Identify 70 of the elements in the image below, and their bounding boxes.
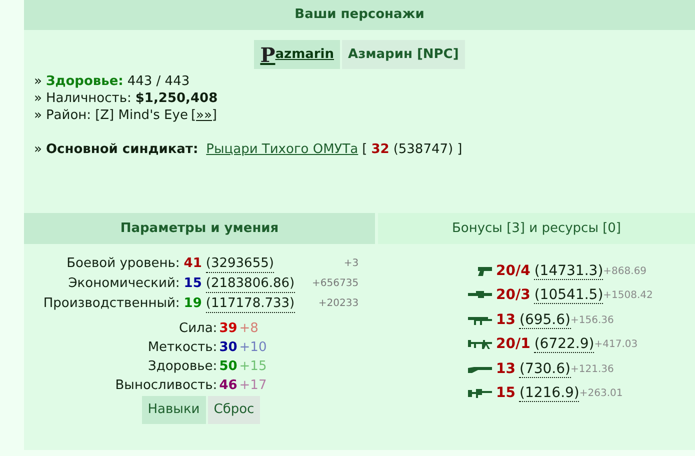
weapon-experience: (14731.3) <box>534 262 604 280</box>
stat-bonus: +10 <box>239 339 267 357</box>
level-value: 41 <box>184 255 202 273</box>
level-experience: (2183806.86) <box>206 276 295 292</box>
rifle-icon <box>468 388 492 400</box>
weapon-level: 20/1 <box>496 335 530 354</box>
district-label: Район: <box>46 107 92 124</box>
weapon-gain: +263.01 <box>579 387 623 402</box>
smg-icon <box>468 314 492 326</box>
level-label: Производственный: <box>43 295 180 313</box>
bullet: » <box>34 73 42 90</box>
level-value: 15 <box>184 275 202 293</box>
district-link[interactable]: [»»] <box>190 107 218 124</box>
weapon-experience: (1216.9) <box>519 385 580 402</box>
weapon-gain: +121.36 <box>570 362 614 377</box>
stat-label: Выносливость: <box>115 377 218 395</box>
header-bar: Ваши персонажи <box>24 0 695 30</box>
weapon-experience: (10541.5) <box>534 287 604 304</box>
stat-value: 30 <box>219 339 238 357</box>
level-value: 19 <box>184 295 202 313</box>
stat-bonus: +15 <box>239 358 267 376</box>
weapon-gain: +1508.42 <box>603 289 653 304</box>
action-button[interactable]: Навыки <box>142 396 206 424</box>
weapon-level: 13 <box>496 310 516 330</box>
weapon-gain: +417.03 <box>594 338 638 352</box>
avatar-icon: P <box>260 44 276 64</box>
bullet: » <box>34 141 42 158</box>
weapon-gain: +868.69 <box>603 264 647 279</box>
level-experience: (3293655) <box>206 256 274 272</box>
weapon-experience: (695.6) <box>519 312 570 329</box>
bullet: » <box>34 107 42 124</box>
level-gain: +3 <box>342 257 359 271</box>
section-tab[interactable]: Параметры и умения <box>24 213 375 244</box>
stat-value: 46 <box>219 377 238 395</box>
level-label: Боевой уровень: <box>66 255 180 273</box>
syndicate-link[interactable]: Рыцари Тихого ОМУТа <box>206 141 358 158</box>
syndicate-level: 32 <box>371 141 390 158</box>
bracket: [ <box>362 141 368 158</box>
health-value: 443 / 443 <box>127 73 190 90</box>
weapon-level: 20/4 <box>496 262 530 281</box>
bullet: » <box>34 90 42 107</box>
syndicate-points: (538747) <box>393 141 454 158</box>
action-button[interactable]: Сброс <box>208 396 260 424</box>
health-label: Здоровье: <box>46 73 124 90</box>
section-tab[interactable]: Бонусы [3] и ресурсы [0] <box>378 213 695 244</box>
stat-label: Меткость: <box>146 339 218 357</box>
machinegun-icon <box>468 339 492 350</box>
weapon-experience: (6722.9) <box>534 336 594 354</box>
level-gain: +656735 <box>311 277 359 291</box>
syndicate-label: Основной синдикат: <box>46 141 198 158</box>
district-value: [Z] Mind's Eye <box>95 107 188 124</box>
level-experience: (117178.733) <box>206 296 295 312</box>
weapon-gain: +156.36 <box>570 314 614 328</box>
stat-value: 39 <box>219 320 238 338</box>
weapon-level: 13 <box>496 360 516 379</box>
bracket: ] <box>457 141 462 158</box>
cash-value: $1,250,408 <box>135 90 218 107</box>
stat-label: Сила: <box>178 320 218 338</box>
level-gain: +20233 <box>317 297 359 311</box>
level-label: Экономический: <box>67 275 180 293</box>
character-tab[interactable]: Азмарин [NPC] <box>342 40 465 69</box>
weapon-level: 20/3 <box>496 286 530 306</box>
stat-bonus: +17 <box>239 377 267 395</box>
weapon-experience: (730.6) <box>519 360 570 378</box>
stat-label: Здоровье: <box>147 358 218 376</box>
cash-label: Наличность: <box>46 90 132 107</box>
stat-value: 50 <box>219 358 238 376</box>
stat-bonus: +8 <box>239 320 258 338</box>
weapon-level: 15 <box>496 384 516 404</box>
pistol-icon <box>478 266 492 277</box>
